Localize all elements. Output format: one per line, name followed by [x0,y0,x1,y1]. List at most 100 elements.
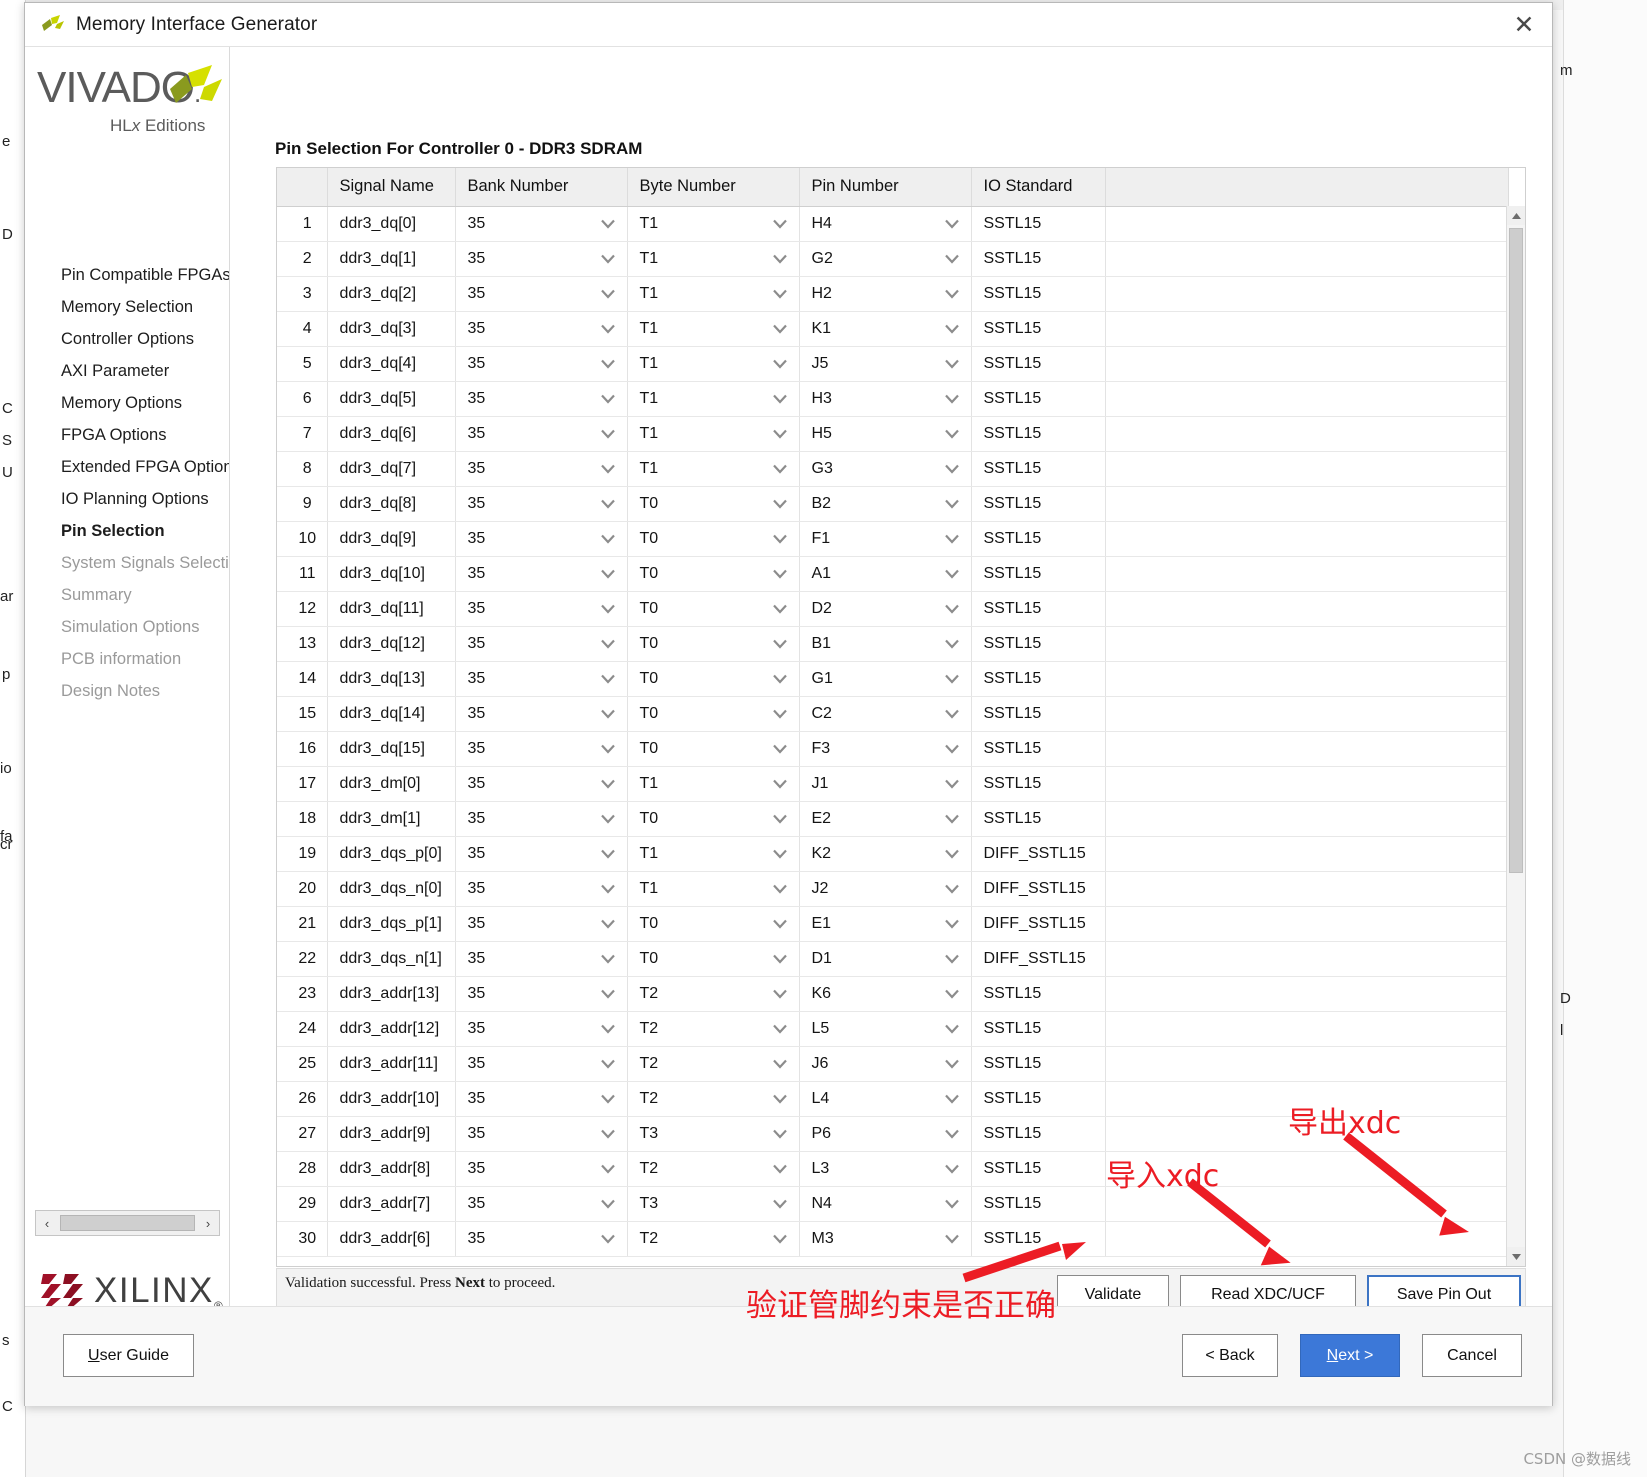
table-row[interactable]: 22 ddr3_dqs_n[1] 35 T0 D1 DIFF_SSTL15 [277,941,1509,977]
chevron-down-icon[interactable] [772,1164,787,1173]
chevron-down-icon[interactable] [600,1234,615,1243]
cell-bank-number-select[interactable]: 35 [455,1116,628,1152]
chevron-down-icon[interactable] [944,324,959,333]
chevron-down-icon[interactable] [600,1199,615,1208]
chevron-down-icon[interactable] [772,954,787,963]
chevron-down-icon[interactable] [772,1199,787,1208]
chevron-down-icon[interactable] [600,254,615,263]
chevron-down-icon[interactable] [600,569,615,578]
cell-byte-number-select[interactable]: T2 [627,1046,800,1082]
cell-byte-number-select[interactable]: T0 [627,521,800,557]
chevron-down-icon[interactable] [772,919,787,928]
cell-pin-number-select[interactable]: D2 [799,591,972,627]
chevron-down-icon[interactable] [944,779,959,788]
chevron-down-icon[interactable] [772,569,787,578]
chevron-down-icon[interactable] [772,219,787,228]
cell-pin-number-select[interactable]: G2 [799,241,972,277]
cell-bank-number-select[interactable]: 35 [455,556,628,592]
chevron-down-icon[interactable] [772,989,787,998]
chevron-down-icon[interactable] [772,884,787,893]
cell-pin-number-select[interactable]: H4 [799,206,972,242]
cell-pin-number-select[interactable]: N4 [799,1186,972,1222]
table-row[interactable]: 16 ddr3_dq[15] 35 T0 F3 SSTL15 [277,731,1509,767]
chevron-down-icon[interactable] [944,1059,959,1068]
table-row[interactable]: 25 ddr3_addr[11] 35 T2 J6 SSTL15 [277,1046,1509,1082]
chevron-down-icon[interactable] [944,429,959,438]
cell-byte-number-select[interactable]: T1 [627,381,800,417]
chevron-down-icon[interactable] [944,604,959,613]
sidebar-item-memory-selection[interactable]: Memory Selection [25,291,229,323]
chevron-down-icon[interactable] [772,709,787,718]
table-row[interactable]: 21 ddr3_dqs_p[1] 35 T0 E1 DIFF_SSTL15 [277,906,1509,942]
chevron-down-icon[interactable] [944,534,959,543]
sidebar-horizontal-scrollbar[interactable]: ‹ › [35,1210,220,1236]
cell-pin-number-select[interactable]: L4 [799,1081,972,1117]
cell-pin-number-select[interactable]: G3 [799,451,972,487]
chevron-down-icon[interactable] [944,884,959,893]
scroll-down-icon[interactable] [1507,1247,1525,1266]
chevron-down-icon[interactable] [600,884,615,893]
chevron-down-icon[interactable] [772,814,787,823]
chevron-down-icon[interactable] [600,324,615,333]
cell-byte-number-select[interactable]: T3 [627,1186,800,1222]
cell-pin-number-select[interactable]: F3 [799,731,972,767]
chevron-down-icon[interactable] [600,1094,615,1103]
table-row[interactable]: 5 ddr3_dq[4] 35 T1 J5 SSTL15 [277,346,1509,382]
cell-bank-number-select[interactable]: 35 [455,486,628,522]
chevron-down-icon[interactable] [600,709,615,718]
cell-pin-number-select[interactable]: D1 [799,941,972,977]
chevron-down-icon[interactable] [772,1129,787,1138]
table-row[interactable]: 19 ddr3_dqs_p[0] 35 T1 K2 DIFF_SSTL15 [277,836,1509,872]
chevron-down-icon[interactable] [772,324,787,333]
table-row[interactable]: 7 ddr3_dq[6] 35 T1 H5 SSTL15 [277,416,1509,452]
sidebar-item-controller-options[interactable]: Controller Options [25,323,229,355]
chevron-down-icon[interactable] [944,1234,959,1243]
chevron-down-icon[interactable] [600,219,615,228]
scrollbar-thumb[interactable] [1509,228,1523,873]
table-row[interactable]: 11 ddr3_dq[10] 35 T0 A1 SSTL15 [277,556,1509,592]
cell-bank-number-select[interactable]: 35 [455,206,628,242]
chevron-down-icon[interactable] [944,989,959,998]
cell-byte-number-select[interactable]: T1 [627,871,800,907]
table-row[interactable]: 6 ddr3_dq[5] 35 T1 H3 SSTL15 [277,381,1509,417]
cell-bank-number-select[interactable]: 35 [455,591,628,627]
table-row[interactable]: 24 ddr3_addr[12] 35 T2 L5 SSTL15 [277,1011,1509,1047]
next-button[interactable]: Next > [1300,1334,1400,1377]
chevron-down-icon[interactable] [772,604,787,613]
chevron-down-icon[interactable] [944,639,959,648]
table-row[interactable]: 18 ddr3_dm[1] 35 T0 E2 SSTL15 [277,801,1509,837]
table-row[interactable]: 8 ddr3_dq[7] 35 T1 G3 SSTL15 [277,451,1509,487]
chevron-down-icon[interactable] [944,254,959,263]
cell-pin-number-select[interactable]: P6 [799,1116,972,1152]
cell-byte-number-select[interactable]: T0 [627,731,800,767]
chevron-down-icon[interactable] [944,1129,959,1138]
cell-bank-number-select[interactable]: 35 [455,976,628,1012]
sidebar-item-axi-parameter[interactable]: AXI Parameter [25,355,229,387]
cell-bank-number-select[interactable]: 35 [455,871,628,907]
chevron-down-icon[interactable] [944,709,959,718]
cell-byte-number-select[interactable]: T1 [627,766,800,802]
cell-pin-number-select[interactable]: E2 [799,801,972,837]
table-row[interactable]: 12 ddr3_dq[11] 35 T0 D2 SSTL15 [277,591,1509,627]
chevron-down-icon[interactable] [772,499,787,508]
cell-byte-number-select[interactable]: T2 [627,1151,800,1187]
chevron-down-icon[interactable] [772,674,787,683]
cell-pin-number-select[interactable]: A1 [799,556,972,592]
chevron-down-icon[interactable] [944,849,959,858]
cell-bank-number-select[interactable]: 35 [455,241,628,277]
cell-pin-number-select[interactable]: L5 [799,1011,972,1047]
chevron-down-icon[interactable] [600,289,615,298]
cell-pin-number-select[interactable]: H2 [799,276,972,312]
cell-bank-number-select[interactable]: 35 [455,766,628,802]
cell-byte-number-select[interactable]: T1 [627,346,800,382]
cell-bank-number-select[interactable]: 35 [455,521,628,557]
cell-bank-number-select[interactable]: 35 [455,1046,628,1082]
cell-byte-number-select[interactable]: T1 [627,241,800,277]
chevron-down-icon[interactable] [600,1024,615,1033]
cell-byte-number-select[interactable]: T0 [627,556,800,592]
cell-bank-number-select[interactable]: 35 [455,906,628,942]
chevron-down-icon[interactable] [944,1024,959,1033]
chevron-down-icon[interactable] [944,674,959,683]
cell-bank-number-select[interactable]: 35 [455,801,628,837]
cell-bank-number-select[interactable]: 35 [455,416,628,452]
